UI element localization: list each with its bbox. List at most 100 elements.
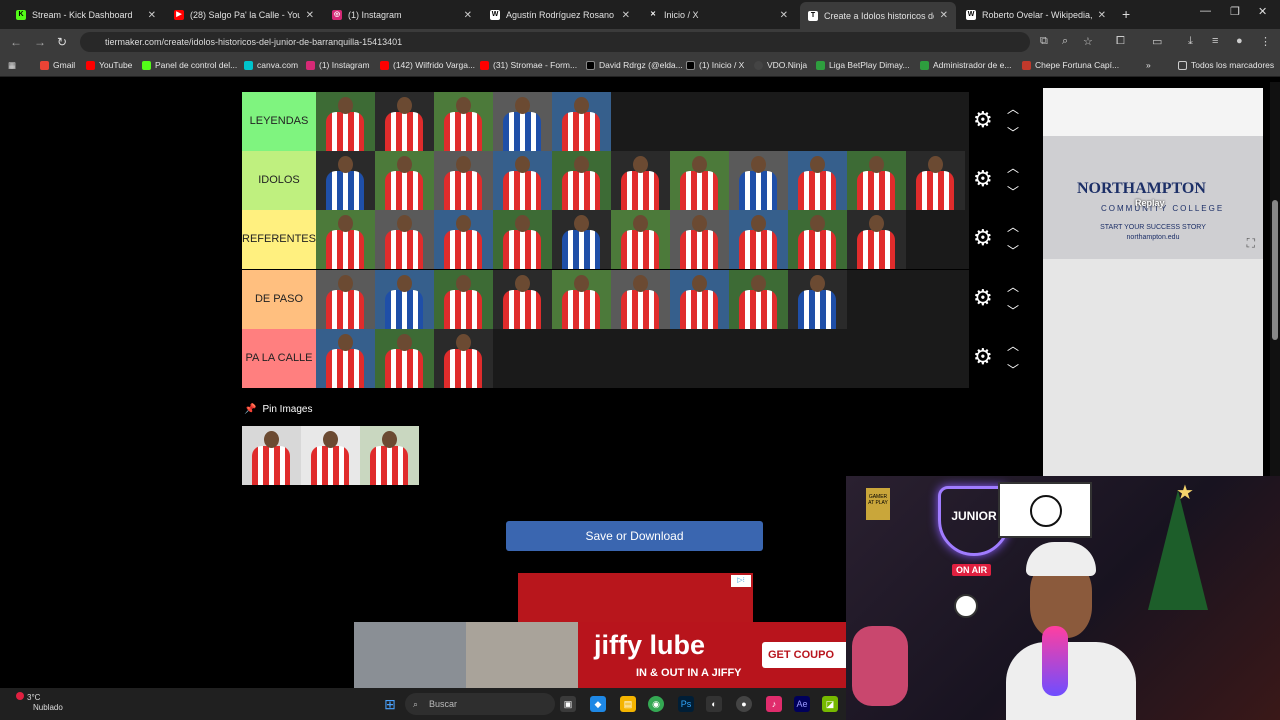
close-icon[interactable]: ✕ bbox=[148, 10, 156, 21]
close-icon[interactable]: ✕ bbox=[1098, 10, 1106, 21]
player-image[interactable] bbox=[670, 151, 729, 210]
player-image[interactable] bbox=[788, 270, 847, 329]
player-image[interactable] bbox=[611, 210, 670, 269]
player-image[interactable] bbox=[375, 329, 434, 388]
player-image[interactable] bbox=[434, 210, 493, 269]
player-image[interactable] bbox=[434, 151, 493, 210]
app-icon[interactable]: ● bbox=[736, 696, 752, 712]
all-bookmarks-folder[interactable]: Todos los marcadores bbox=[1178, 60, 1274, 70]
player-image[interactable] bbox=[729, 151, 788, 210]
task-view-icon[interactable]: ▣ bbox=[560, 696, 576, 712]
player-image[interactable] bbox=[847, 210, 906, 269]
chevron-up-icon[interactable]: ︿ bbox=[1007, 100, 1019, 117]
weather-widget[interactable]: 3°C Nublado bbox=[16, 692, 63, 713]
bookmark-administrador[interactable]: Administrador de e... bbox=[920, 60, 1011, 70]
apps-icon[interactable]: ▦ bbox=[8, 60, 16, 71]
player-image[interactable] bbox=[375, 210, 434, 269]
player-image[interactable] bbox=[360, 426, 419, 485]
tier-label[interactable]: DE PASO bbox=[242, 270, 316, 329]
bookmark-stromae[interactable]: (31) Stromae - Form... bbox=[480, 60, 577, 70]
chevron-up-icon[interactable]: ︿ bbox=[1007, 159, 1019, 176]
back-icon[interactable]: ← bbox=[10, 35, 22, 49]
player-image[interactable] bbox=[729, 270, 788, 329]
chevron-down-icon[interactable]: ﹀ bbox=[1007, 361, 1019, 378]
bookmark-instagram[interactable]: (1) Instagram bbox=[306, 60, 370, 70]
pin-images-label[interactable]: 📌 Pin Images bbox=[244, 404, 312, 415]
chevron-up-icon[interactable]: ︿ bbox=[1007, 337, 1019, 354]
bookmark-wilfrido[interactable]: (142) Wilfrido Varga... bbox=[380, 60, 475, 70]
ad-banner-bottom[interactable]: jiffy lube IN & OUT IN A JIFFY GET COUPO bbox=[354, 622, 846, 688]
gear-icon[interactable]: ⚙ bbox=[973, 346, 993, 368]
more-bookmarks-icon[interactable]: » bbox=[1146, 60, 1151, 70]
obs-icon[interactable]: ◐ bbox=[706, 696, 722, 712]
tier-label[interactable]: PA LA CALLE bbox=[242, 329, 316, 388]
url-input[interactable]: tiermaker.com/create/idolos-historicos-d… bbox=[80, 32, 1030, 52]
adchoices-icon[interactable]: ▷⁝ bbox=[731, 575, 751, 587]
bookmark-gmail[interactable]: Gmail bbox=[40, 60, 75, 70]
tab-x[interactable]: ✕ Inicio / X ✕ bbox=[640, 4, 796, 26]
tab-wikipedia-ovelar[interactable]: W Roberto Ovelar - Wikipedia, la ✕ bbox=[958, 4, 1114, 26]
zoom-icon[interactable]: ⌕ bbox=[1062, 35, 1068, 48]
save-or-download-button[interactable]: Save or Download bbox=[506, 521, 763, 551]
player-image[interactable] bbox=[552, 151, 611, 210]
player-image[interactable] bbox=[434, 329, 493, 388]
player-image[interactable] bbox=[729, 210, 788, 269]
player-image[interactable] bbox=[611, 151, 670, 210]
translate-icon[interactable]: ⧉ bbox=[1040, 35, 1048, 48]
ad-banner-middle[interactable]: ▷⁝ bbox=[518, 573, 753, 623]
gear-icon[interactable]: ⚙ bbox=[973, 109, 993, 131]
close-icon[interactable]: ✕ bbox=[780, 10, 788, 21]
close-icon[interactable]: ✕ bbox=[306, 10, 314, 21]
minimize-icon[interactable]: — bbox=[1200, 5, 1211, 17]
bookmark-youtube[interactable]: YouTube bbox=[86, 60, 132, 70]
after-effects-icon[interactable]: Ae bbox=[794, 696, 810, 712]
player-image[interactable] bbox=[670, 270, 729, 329]
bookmark-canva[interactable]: canva.com bbox=[244, 60, 298, 70]
taskbar-search[interactable]: ⌕ Buscar bbox=[405, 693, 555, 715]
reading-list-icon[interactable]: ≡ bbox=[1212, 35, 1218, 47]
reload-icon[interactable]: ↻ bbox=[57, 35, 67, 49]
bookmark-star-icon[interactable]: ☆ bbox=[1083, 35, 1093, 48]
replay-button[interactable]: Replay bbox=[1135, 198, 1165, 208]
bookmark-liga-betplay[interactable]: Liga BetPlay Dimay... bbox=[816, 60, 910, 70]
window-close-icon[interactable]: ✕ bbox=[1258, 5, 1267, 18]
player-image[interactable] bbox=[316, 270, 375, 329]
player-image[interactable] bbox=[316, 329, 375, 388]
player-image[interactable] bbox=[493, 151, 552, 210]
chevron-up-icon[interactable]: ︿ bbox=[1007, 218, 1019, 235]
windows-start-icon[interactable]: ⊞ bbox=[382, 696, 398, 712]
player-image[interactable] bbox=[434, 92, 493, 151]
bookmark-vdoninja[interactable]: VDO.Ninja bbox=[754, 60, 807, 70]
player-image[interactable] bbox=[493, 92, 552, 151]
close-icon[interactable]: ✕ bbox=[622, 10, 630, 21]
player-image[interactable] bbox=[906, 151, 965, 210]
copilot-icon[interactable]: ◆ bbox=[590, 696, 606, 712]
bookmark-x[interactable]: (1) Inicio / X bbox=[686, 60, 744, 70]
nvidia-icon[interactable]: ◪ bbox=[822, 696, 838, 712]
tab-youtube[interactable]: ▶(28) Salgo Pa' la Calle - YouTub✕ bbox=[166, 4, 322, 26]
tab-kick[interactable]: K Stream - Kick Dashboard ✕ bbox=[8, 4, 164, 26]
tab-tiermaker[interactable]: TCreate a Idolos historicos del ju✕ bbox=[800, 2, 956, 29]
player-image[interactable] bbox=[552, 210, 611, 269]
player-image[interactable] bbox=[434, 270, 493, 329]
gear-icon[interactable]: ⚙ bbox=[973, 227, 993, 249]
player-image[interactable] bbox=[316, 151, 375, 210]
scrollbar-thumb[interactable] bbox=[1272, 200, 1278, 340]
player-image[interactable] bbox=[493, 270, 552, 329]
chevron-down-icon[interactable]: ﹀ bbox=[1007, 183, 1019, 200]
ad-sidebar[interactable]: NORTHAMPTON COMMUNITY COLLEGE Replay STA… bbox=[1043, 88, 1263, 476]
chrome-icon[interactable]: ◉ bbox=[648, 696, 664, 712]
extensions-icon[interactable]: ⧠ bbox=[1116, 35, 1125, 48]
player-image[interactable] bbox=[847, 151, 906, 210]
forward-icon[interactable]: → bbox=[34, 35, 46, 49]
tier-label[interactable]: IDOLOS bbox=[242, 151, 316, 210]
player-image[interactable] bbox=[375, 151, 434, 210]
download-icon[interactable]: ⤓ bbox=[1188, 35, 1193, 48]
gear-icon[interactable]: ⚙ bbox=[973, 168, 993, 190]
profile-icon[interactable]: ● bbox=[1236, 35, 1243, 47]
chevron-down-icon[interactable]: ﹀ bbox=[1007, 302, 1019, 319]
player-image[interactable] bbox=[301, 426, 360, 485]
close-icon[interactable]: ✕ bbox=[464, 10, 472, 21]
bookmark-chepe-fortuna[interactable]: Chepe Fortuna Capí... bbox=[1022, 60, 1119, 70]
player-image[interactable] bbox=[788, 210, 847, 269]
